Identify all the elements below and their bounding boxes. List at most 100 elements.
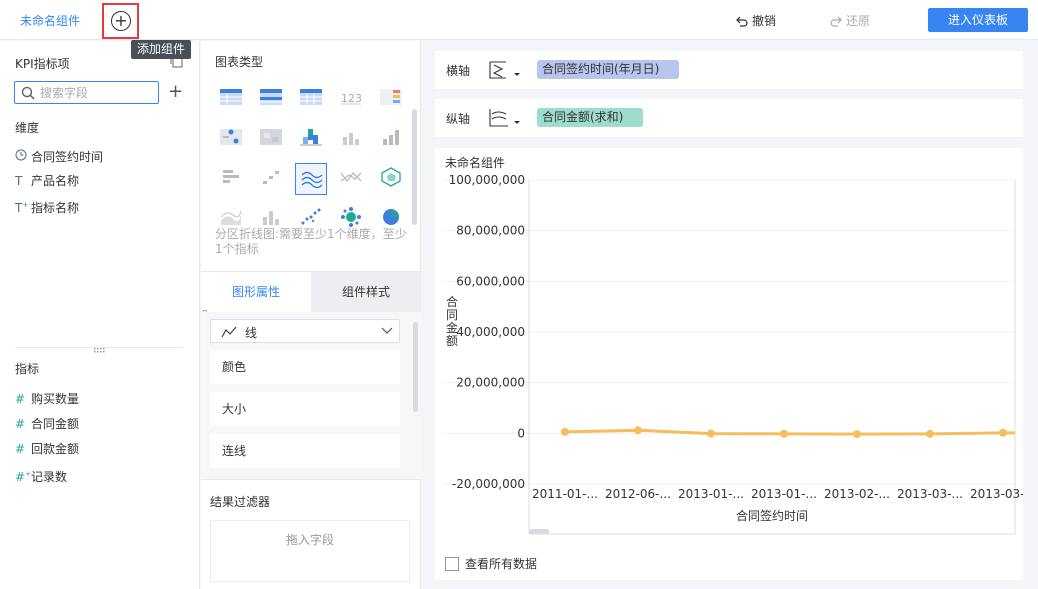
- y-tick-label: 40,000,000: [456, 325, 525, 339]
- metric-item-label: 回款金额: [31, 442, 80, 456]
- tab-shape-attributes[interactable]: 图形属性: [201, 272, 311, 312]
- chart-card: 未命名组件 100,000,000 80,000,000 60,000,000 40,…: [435, 148, 1023, 580]
- dimension-item-label: 指标名称: [31, 201, 80, 215]
- y-axis-label: 纵轴: [446, 112, 471, 126]
- y-axis-type-icon[interactable]: [488, 107, 524, 129]
- metric-item-label: 合同金额: [31, 417, 80, 431]
- table-chart-icon[interactable]: [215, 83, 247, 115]
- x-axis-row: 横轴 合同签约时间(年月日): [435, 51, 1023, 89]
- x-tick-label: 2013-02-...: [824, 487, 890, 501]
- x-tick-label: 2011-01-...: [532, 487, 598, 501]
- metric-item-label: 记录数: [31, 470, 68, 484]
- component-tab[interactable]: 未命名组件: [20, 12, 80, 29]
- text-plus-icon: T+: [15, 201, 29, 215]
- svg-text:123: 123: [341, 92, 362, 105]
- undo-button[interactable]: 撤销: [736, 12, 776, 29]
- chart-type-description: 分区折线图:需要至少1个维度，至少1个指标: [215, 227, 407, 256]
- chart-type-title: 图表类型: [215, 55, 264, 69]
- clock-icon: [15, 148, 31, 166]
- attributes-scrollbar[interactable]: [413, 322, 418, 412]
- y-tick-label: 80,000,000: [456, 224, 525, 238]
- drag-handle-icon[interactable]: [94, 347, 106, 353]
- size-attribute[interactable]: 大小: [210, 392, 400, 426]
- chart-config-panel: 图表类型 123 分区折线图:需要至少1个维度，至少1个指标 图形属性 组件样式: [201, 41, 421, 589]
- line-type-icon: [221, 326, 237, 338]
- x-axis-type-icon[interactable]: [488, 59, 524, 81]
- filter-drop-zone[interactable]: 拖入字段: [210, 520, 410, 582]
- kpi-title: KPI指标项: [15, 57, 70, 71]
- dimension-item-label: 合同签约时间: [31, 150, 104, 164]
- column-chart-icon[interactable]: [335, 123, 367, 155]
- search-input[interactable]: [40, 84, 155, 101]
- line-type-label: 线: [245, 326, 258, 340]
- bar-chart-icon[interactable]: [375, 123, 407, 155]
- y-tick-label: 0: [517, 426, 525, 440]
- metric-label: 指标: [15, 362, 40, 376]
- metric-item[interactable]: # 回款金额: [15, 440, 79, 458]
- data-point: [853, 430, 861, 439]
- add-component-highlight: +: [102, 3, 139, 39]
- metric-item-label: 购买数量: [31, 392, 80, 406]
- view-all-data-label: 查看所有数据: [465, 557, 538, 571]
- view-all-data-checkbox[interactable]: [445, 557, 459, 571]
- redo-label: 还原: [846, 14, 871, 28]
- line-chart: 100,000,000 80,000,000 60,000,000 40,000,00…: [443, 173, 1023, 535]
- tab-component-style[interactable]: 组件样式: [311, 272, 421, 312]
- data-point: [561, 427, 569, 436]
- text-icon: T: [15, 174, 23, 188]
- metric-item[interactable]: # 合同金额: [15, 415, 79, 433]
- line-type-select[interactable]: 线: [210, 319, 400, 343]
- data-point: [707, 429, 715, 438]
- cross-table-icon[interactable]: [295, 83, 327, 115]
- x-tick-label: 2013-03-...: [897, 487, 963, 501]
- metric-item[interactable]: #+记录数: [15, 465, 68, 484]
- data-point: [999, 428, 1007, 437]
- chart-type-scrollbar[interactable]: [412, 109, 417, 225]
- y-axis-row: 纵轴 合同金额(求和): [435, 99, 1023, 137]
- dimension-item[interactable]: T 产品名称: [15, 172, 79, 190]
- redo-button[interactable]: 还原: [830, 12, 870, 29]
- y-tick-label: 20,000,000: [456, 376, 525, 390]
- y-axis-field-pill[interactable]: 合同金额(求和): [537, 108, 643, 127]
- hash-plus-icon: #+: [15, 470, 31, 484]
- line-chart-icon[interactable]: [335, 163, 367, 195]
- data-point: [926, 429, 934, 438]
- kpi-number-icon[interactable]: 123: [335, 83, 367, 115]
- undo-icon: [736, 16, 748, 27]
- data-point: [780, 429, 788, 438]
- x-axis-field-pill[interactable]: 合同签约时间(年月日): [537, 60, 679, 79]
- redo-icon: [830, 16, 842, 27]
- step-chart-icon[interactable]: [255, 163, 287, 195]
- bubble-grid-icon[interactable]: [215, 123, 247, 155]
- heatmap-icon[interactable]: [255, 123, 287, 155]
- dimension-label: 维度: [15, 121, 40, 135]
- radar-chart-icon[interactable]: [375, 163, 407, 195]
- view-all-data-toggle[interactable]: 查看所有数据: [445, 555, 537, 572]
- search-icon: [21, 86, 35, 100]
- dimension-item[interactable]: 合同签约时间: [15, 148, 103, 166]
- result-filter-title: 结果过滤器: [210, 495, 271, 509]
- data-point: [634, 426, 642, 435]
- field-panel: KPI指标项 + 维度 合同签约时间 T 产品名称 T+指标名称 指标 # 购买数量…: [0, 41, 200, 589]
- area-line-chart-icon[interactable]: [295, 163, 327, 195]
- hash-icon: #: [15, 417, 26, 431]
- y-axis-title: 合同金额: [446, 294, 458, 348]
- hash-icon: #: [15, 442, 26, 456]
- filter-divider: [201, 479, 421, 480]
- add-component-tooltip: 添加组件: [131, 40, 192, 59]
- color-attribute[interactable]: 颜色: [210, 350, 400, 384]
- metric-item[interactable]: # 购买数量: [15, 390, 79, 408]
- grouped-table-icon[interactable]: [255, 83, 287, 115]
- y-tick-label: -20,000,000: [452, 477, 525, 491]
- dimension-item-label: 产品名称: [31, 174, 80, 188]
- stacked-bar-icon[interactable]: [295, 123, 327, 155]
- config-tabs: 图形属性 组件样式: [201, 271, 421, 312]
- horizontal-bar-icon[interactable]: [215, 163, 247, 195]
- undo-label: 撤销: [752, 14, 777, 28]
- dimension-item[interactable]: T+ 指标名称: [15, 196, 80, 215]
- add-field-icon[interactable]: +: [168, 82, 183, 102]
- add-component-button[interactable]: +: [111, 11, 131, 31]
- enter-dashboard-button[interactable]: 进入仪表板: [928, 8, 1028, 32]
- connect-line-attribute[interactable]: 连线: [210, 434, 400, 468]
- multi-kpi-icon[interactable]: [375, 83, 407, 115]
